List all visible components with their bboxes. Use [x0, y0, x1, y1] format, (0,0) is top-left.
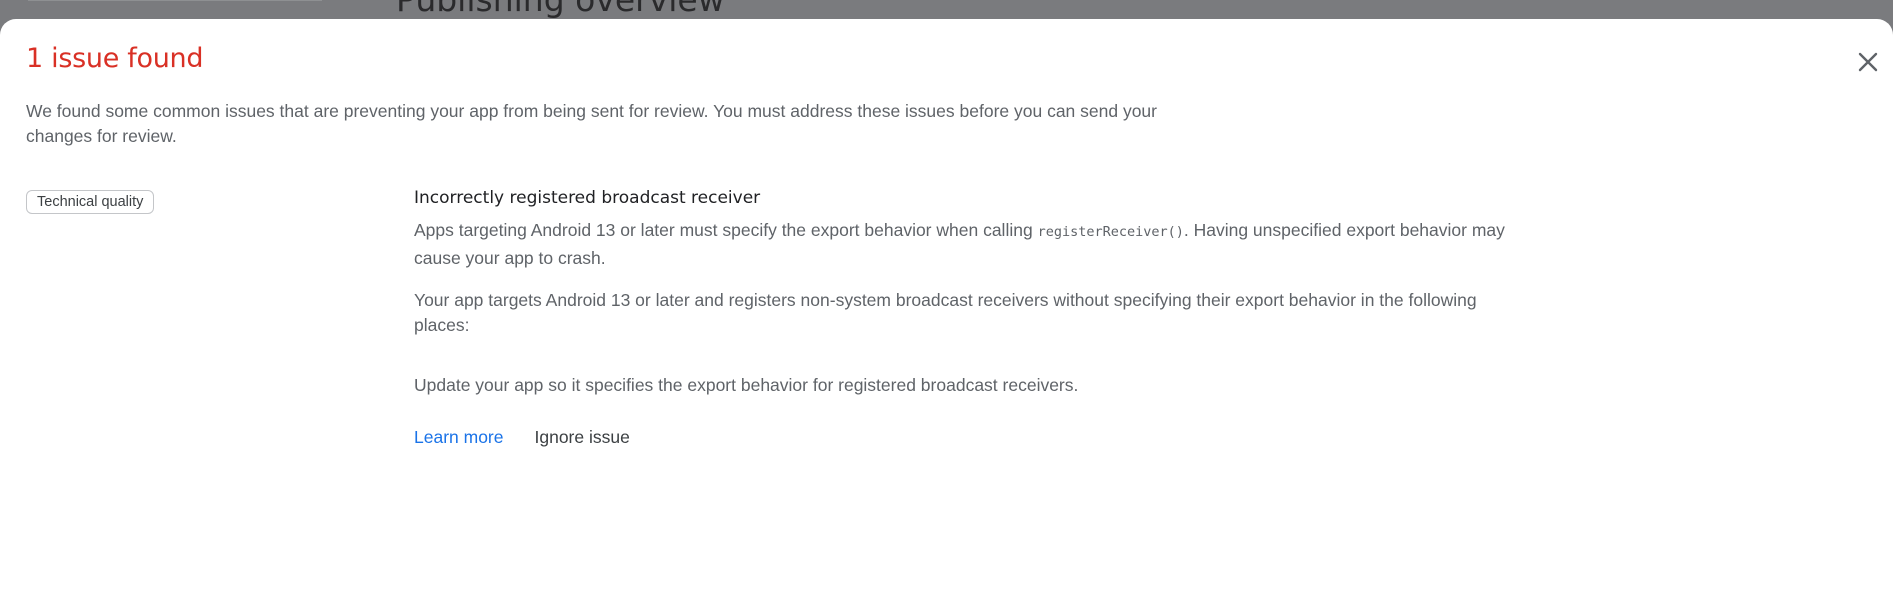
learn-more-link[interactable]: Learn more [414, 427, 504, 448]
background-page-title: Publishing overview [396, 0, 725, 19]
dialog-title: 1 issue found [26, 43, 204, 74]
ignore-issue-button[interactable]: Ignore issue [535, 427, 630, 448]
issue-section: Incorrectly registered broadcast receive… [414, 187, 1534, 448]
issue-code-snippet: registerReceiver() [1037, 224, 1184, 240]
issue-actions: Learn more Ignore issue [414, 427, 1534, 448]
close-button[interactable] [1854, 48, 1882, 76]
category-chip: Technical quality [26, 190, 155, 214]
issue-description: Apps targeting Android 13 or later must … [414, 217, 1534, 271]
dialog-intro-text: We found some common issues that are pre… [26, 101, 1157, 146]
close-icon [1858, 52, 1878, 72]
background-nav-divider [28, 0, 322, 1]
issue-title: Incorrectly registered broadcast receive… [414, 188, 761, 208]
issue-fix-text: Update your app so it specifies the expo… [414, 375, 1079, 395]
issue-detail: Your app targets Android 13 or later and… [414, 290, 1477, 335]
issues-dialog: 1 issue found We found some common issue… [0, 19, 1893, 606]
issue-description-text: Apps targeting Android 13 or later must … [414, 220, 1038, 240]
